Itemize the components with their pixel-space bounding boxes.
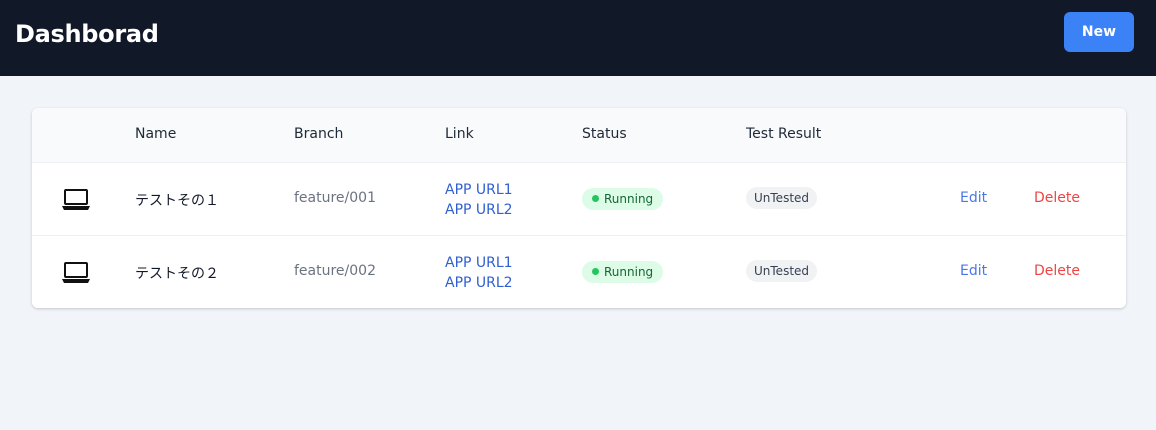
new-button[interactable]: New — [1064, 12, 1134, 52]
row-links: APP URL1 APP URL2 — [445, 180, 513, 220]
table-row: テストその１ feature/001 APP URL1 APP URL2 Run… — [32, 162, 1126, 235]
column-header-branch: Branch — [294, 126, 344, 142]
column-header-name: Name — [135, 126, 177, 142]
row-branch: feature/002 — [294, 263, 376, 279]
test-result-badge: UnTested — [746, 260, 818, 282]
environments-table: Name Branch Link Status Test Result テストそ… — [32, 108, 1126, 308]
app-url-link-2[interactable]: APP URL2 — [445, 200, 513, 220]
column-header-test-result: Test Result — [746, 126, 822, 142]
row-name: テストその２ — [135, 266, 219, 282]
edit-button[interactable]: Edit — [960, 190, 987, 206]
status-badge: Running — [582, 188, 664, 210]
status-dot-icon — [592, 195, 599, 202]
status-label: Running — [604, 192, 654, 206]
row-name: テストその１ — [135, 193, 219, 209]
row-links: APP URL1 APP URL2 — [445, 253, 513, 293]
app-url-link-1[interactable]: APP URL1 — [445, 180, 513, 200]
app-url-link-1[interactable]: APP URL1 — [445, 253, 513, 273]
app-url-link-2[interactable]: APP URL2 — [445, 273, 513, 293]
status-dot-icon — [592, 268, 599, 275]
column-header-link: Link — [445, 126, 474, 142]
delete-button[interactable]: Delete — [1034, 263, 1080, 279]
edit-button[interactable]: Edit — [960, 263, 987, 279]
status-badge: Running — [582, 261, 664, 283]
status-label: Running — [604, 265, 654, 279]
top-bar: Dashborad New — [0, 0, 1156, 76]
test-result-badge: UnTested — [746, 187, 818, 209]
column-header-status: Status — [582, 126, 627, 142]
table-row: テストその２ feature/002 APP URL1 APP URL2 Run… — [32, 235, 1126, 308]
laptop-icon — [62, 189, 90, 210]
row-branch: feature/001 — [294, 190, 376, 206]
table-header: Name Branch Link Status Test Result — [32, 108, 1126, 162]
page-title: Dashborad — [15, 20, 159, 48]
delete-button[interactable]: Delete — [1034, 190, 1080, 206]
laptop-icon — [62, 262, 90, 283]
